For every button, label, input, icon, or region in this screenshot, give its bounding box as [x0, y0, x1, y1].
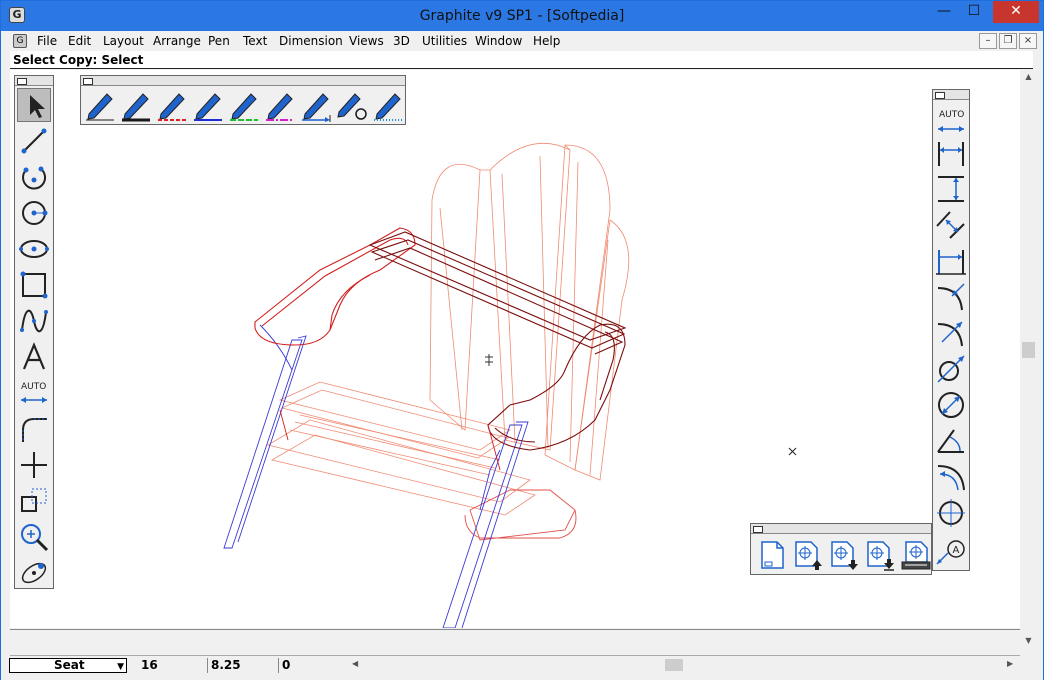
- circle-tool-icon[interactable]: [17, 196, 51, 230]
- spline-tool-icon[interactable]: [17, 304, 51, 338]
- angular-dimension-icon[interactable]: [934, 424, 968, 458]
- view-move-up-icon[interactable]: [791, 538, 825, 572]
- pen-palette: [80, 75, 406, 125]
- dimension-palette: AUTO A: [932, 89, 970, 571]
- pen-magenta-dashed-icon[interactable]: [263, 88, 297, 122]
- menu-arrange[interactable]: Arrange: [153, 34, 201, 48]
- pen-arrow-icon[interactable]: [299, 88, 333, 122]
- arc-tool-icon[interactable]: [17, 160, 51, 194]
- y-coordinate: 8.25: [207, 658, 277, 673]
- radius-dimension-icon[interactable]: [934, 280, 968, 314]
- arc-angle-dimension-icon[interactable]: [934, 460, 968, 494]
- pen-marker-icon[interactable]: [335, 88, 369, 122]
- auto-dimension-button[interactable]: AUTO: [934, 102, 968, 132]
- select-arrow-icon[interactable]: [17, 88, 51, 122]
- menu-pen[interactable]: Pen: [208, 34, 230, 48]
- center-mark-icon[interactable]: [934, 496, 968, 530]
- palette-grip[interactable]: [15, 76, 53, 86]
- menu-help[interactable]: Help: [533, 34, 560, 48]
- svg-text:A: A: [953, 545, 960, 556]
- command-prompt: Select Copy: Select: [10, 51, 1033, 69]
- graphite-document-icon[interactable]: G: [13, 34, 27, 48]
- menu-layout[interactable]: Layout: [103, 34, 144, 48]
- leader-note-icon[interactable]: A: [934, 534, 968, 568]
- mdi-close-button[interactable]: ×: [1019, 33, 1037, 49]
- copy-transform-icon[interactable]: [17, 484, 51, 518]
- rectangle-tool-icon[interactable]: [17, 268, 51, 302]
- fillet-tool-icon[interactable]: [17, 412, 51, 446]
- vertical-scrollbar[interactable]: ▲ ▼: [1020, 70, 1037, 650]
- menu-window[interactable]: Window: [475, 34, 522, 48]
- diameter-circle-dimension-icon[interactable]: [934, 388, 968, 422]
- palette-grip[interactable]: [751, 524, 931, 534]
- pen-red-dashed-icon[interactable]: [155, 88, 189, 122]
- chair-back-slats: [429, 143, 630, 481]
- new-view-icon[interactable]: [755, 538, 789, 572]
- pen-green-dashed-icon[interactable]: [227, 88, 261, 122]
- menu-text[interactable]: Text: [243, 34, 267, 48]
- vertical-scroll-thumb[interactable]: [1022, 342, 1035, 358]
- close-button[interactable]: ✕: [993, 1, 1039, 23]
- view-move-bottom-icon[interactable]: [863, 538, 897, 572]
- mdi-restore-button[interactable]: ❐: [999, 33, 1017, 49]
- ellipse-tool-icon[interactable]: [17, 232, 51, 266]
- diameter-dimension-icon[interactable]: [934, 352, 968, 386]
- menu-file[interactable]: File: [37, 34, 57, 48]
- pen-blue-icon[interactable]: [191, 88, 225, 122]
- arc-length-dimension-icon[interactable]: [934, 316, 968, 350]
- scroll-up-icon[interactable]: ▲: [1020, 72, 1037, 81]
- palette-grip[interactable]: [933, 90, 969, 100]
- baseline-dimension-icon[interactable]: [934, 244, 968, 278]
- menu-dimension[interactable]: Dimension: [279, 34, 343, 48]
- mdi-minimize-button[interactable]: –: [979, 33, 997, 49]
- menu-views[interactable]: Views: [349, 34, 384, 48]
- trim-tool-icon[interactable]: [17, 448, 51, 482]
- chair-back-leg-left: [223, 324, 307, 549]
- z-coordinate: 0: [278, 658, 348, 673]
- menu-utilities[interactable]: Utilities: [422, 34, 467, 48]
- auto-dimension-icon[interactable]: AUTO: [17, 376, 51, 410]
- horizontal-scrollbar[interactable]: ◀ ▶: [349, 657, 1019, 673]
- scroll-left-icon[interactable]: ◀: [352, 659, 358, 668]
- menu-3d[interactable]: 3D: [393, 34, 410, 48]
- left-tool-palette: AUTO: [14, 75, 54, 589]
- title-bar[interactable]: G Graphite v9 SP1 - [Softpedia] — ☐ ✕: [1, 1, 1043, 31]
- vertical-dimension-icon[interactable]: [934, 172, 968, 206]
- scroll-down-icon[interactable]: ▼: [1020, 636, 1037, 645]
- horizontal-dimension-icon[interactable]: [934, 136, 968, 170]
- horizontal-scroll-thumb[interactable]: [665, 659, 683, 671]
- maximize-button[interactable]: ☐: [959, 1, 989, 23]
- menu-edit[interactable]: Edit: [68, 34, 91, 48]
- pen-dotted-icon[interactable]: [371, 88, 405, 122]
- zoom-tool-icon[interactable]: [17, 520, 51, 554]
- command-input-area[interactable]: [10, 629, 1020, 656]
- status-bar: Seat ▼ 16 8.25 0 ◀ ▶: [1, 656, 1043, 680]
- pen-thin-icon[interactable]: [83, 88, 117, 122]
- text-tool-icon[interactable]: [17, 340, 51, 374]
- pen-thick-icon[interactable]: [119, 88, 153, 122]
- layer-dropdown[interactable]: Seat ▼: [9, 658, 127, 673]
- palette-grip[interactable]: [81, 76, 405, 86]
- layer-name: Seat: [54, 658, 85, 672]
- scroll-right-icon[interactable]: ▶: [1007, 659, 1013, 668]
- dropdown-arrow-icon[interactable]: ▼: [117, 661, 124, 674]
- window-title: Graphite v9 SP1 - [Softpedia]: [419, 8, 625, 24]
- minimize-button[interactable]: —: [929, 1, 959, 23]
- chair-seat: [266, 381, 536, 516]
- view-print-icon[interactable]: [899, 538, 933, 572]
- view-move-down-icon[interactable]: [827, 538, 861, 572]
- menu-bar: G File Edit Layout Arrange Pen Text Dime…: [1, 31, 1043, 51]
- aligned-dimension-icon[interactable]: [934, 208, 968, 242]
- application-window: G Graphite v9 SP1 - [Softpedia] — ☐ ✕ G …: [0, 0, 1044, 680]
- views-palette: [750, 523, 932, 575]
- navigate-3d-icon[interactable]: [17, 556, 51, 590]
- crosshair-cursor: [485, 354, 493, 366]
- x-coordinate: 16: [141, 658, 158, 672]
- canvas-cross-marker: [788, 447, 797, 456]
- line-tool-icon[interactable]: [17, 124, 51, 158]
